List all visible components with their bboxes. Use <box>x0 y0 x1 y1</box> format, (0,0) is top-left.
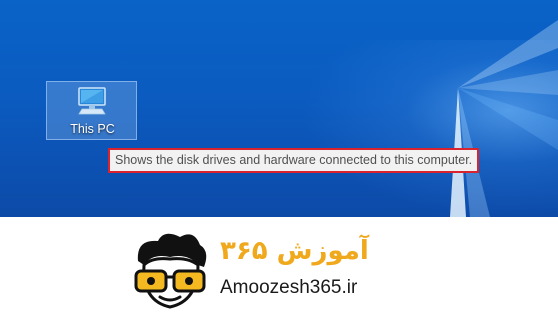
desktop-wallpaper: This PC Shows the disk drives and hardwa… <box>0 0 558 217</box>
site-watermark: آموزش ۳۶۵ Amoozesh365.ir <box>128 231 418 313</box>
computer-monitor-icon <box>78 87 106 115</box>
brand-persian-title: آموزش ۳۶۵ <box>220 236 369 266</box>
this-pc-label: This PC <box>70 122 115 136</box>
icon-tooltip: Shows the disk drives and hardware conne… <box>108 148 480 173</box>
brand-site-url: Amoozesh365.ir <box>220 277 358 298</box>
this-pc-desktop-icon[interactable]: This PC <box>46 81 137 140</box>
mascot-logo-icon <box>134 233 207 309</box>
